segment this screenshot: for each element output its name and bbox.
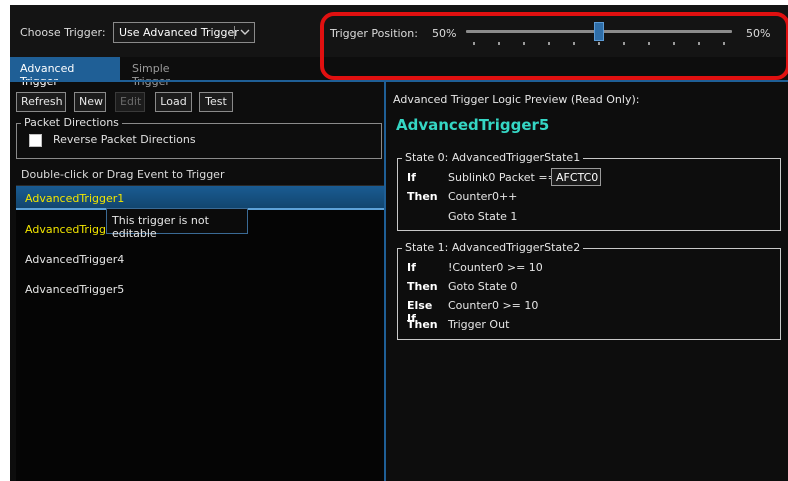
dropdown-separator (234, 26, 235, 39)
packet-directions-group: Packet Directions Reverse Packet Directi… (16, 116, 382, 159)
test-button[interactable]: Test (199, 92, 233, 112)
edit-button[interactable]: Edit (115, 92, 145, 112)
action-text: Goto State 1 (448, 210, 518, 223)
annotation-highlight (320, 12, 788, 80)
condition-text: Sublink0 Packet == (448, 171, 557, 184)
choose-trigger-value: Use Advanced Trigger (119, 26, 239, 39)
trigger-window: Choose Trigger: Use Advanced Trigger Tri… (10, 5, 788, 481)
state-1-box: State 1: AdvancedTriggerState2 If !Count… (397, 241, 781, 340)
action-text: Trigger Out (448, 318, 510, 331)
condition-text: Counter0 >= 10 (448, 299, 539, 312)
keyword: Then (407, 190, 438, 203)
condition-text: !Counter0 >= 10 (448, 261, 543, 274)
logic-preview-panel: Advanced Trigger Logic Preview (Read Onl… (388, 82, 788, 481)
preview-trigger-name: AdvancedTrigger5 (396, 116, 550, 134)
choose-trigger-dropdown[interactable]: Use Advanced Trigger (113, 22, 255, 43)
state-0-legend: State 0: AdvancedTriggerState1 (402, 151, 584, 164)
state-0-box: State 0: AdvancedTriggerState1 If Sublin… (397, 151, 781, 231)
new-button[interactable]: New (74, 92, 106, 112)
list-item-advanced-trigger-4[interactable]: AdvancedTrigger4 (16, 247, 384, 271)
action-text: Goto State 0 (448, 280, 518, 293)
refresh-button[interactable]: Refresh (16, 92, 66, 112)
list-item-advanced-trigger-1[interactable]: AdvancedTrigger1 (16, 186, 384, 210)
keyword: If (407, 261, 416, 274)
keyword: Then (407, 280, 438, 293)
reverse-packet-directions-checkbox[interactable] (29, 134, 42, 147)
tab-advanced-trigger[interactable]: Advanced Trigger (10, 57, 120, 88)
chevron-down-icon[interactable] (240, 27, 250, 37)
load-button[interactable]: Load (155, 92, 192, 112)
reverse-packet-directions-label[interactable]: Reverse Packet Directions (53, 133, 196, 146)
action-text: Counter0++ (448, 190, 518, 203)
not-editable-tooltip: This trigger is not editable (106, 208, 248, 240)
keyword: Then (407, 318, 438, 331)
drag-event-hint: Double-click or Drag Event to Trigger (21, 168, 225, 181)
state-1-legend: State 1: AdvancedTriggerState2 (402, 241, 584, 254)
keyword: If (407, 171, 416, 184)
preview-title: Advanced Trigger Logic Preview (Read Onl… (393, 93, 640, 106)
packet-directions-legend: Packet Directions (21, 116, 122, 129)
tab-simple-trigger[interactable]: Simple Trigger (122, 57, 212, 88)
list-item-advanced-trigger-5[interactable]: AdvancedTrigger5 (16, 277, 384, 301)
trigger-list-panel: Refresh New Edit Load Test Packet Direct… (10, 82, 386, 481)
choose-trigger-label: Choose Trigger: (20, 26, 106, 39)
packet-value-box: AFCTC0 (551, 168, 601, 186)
